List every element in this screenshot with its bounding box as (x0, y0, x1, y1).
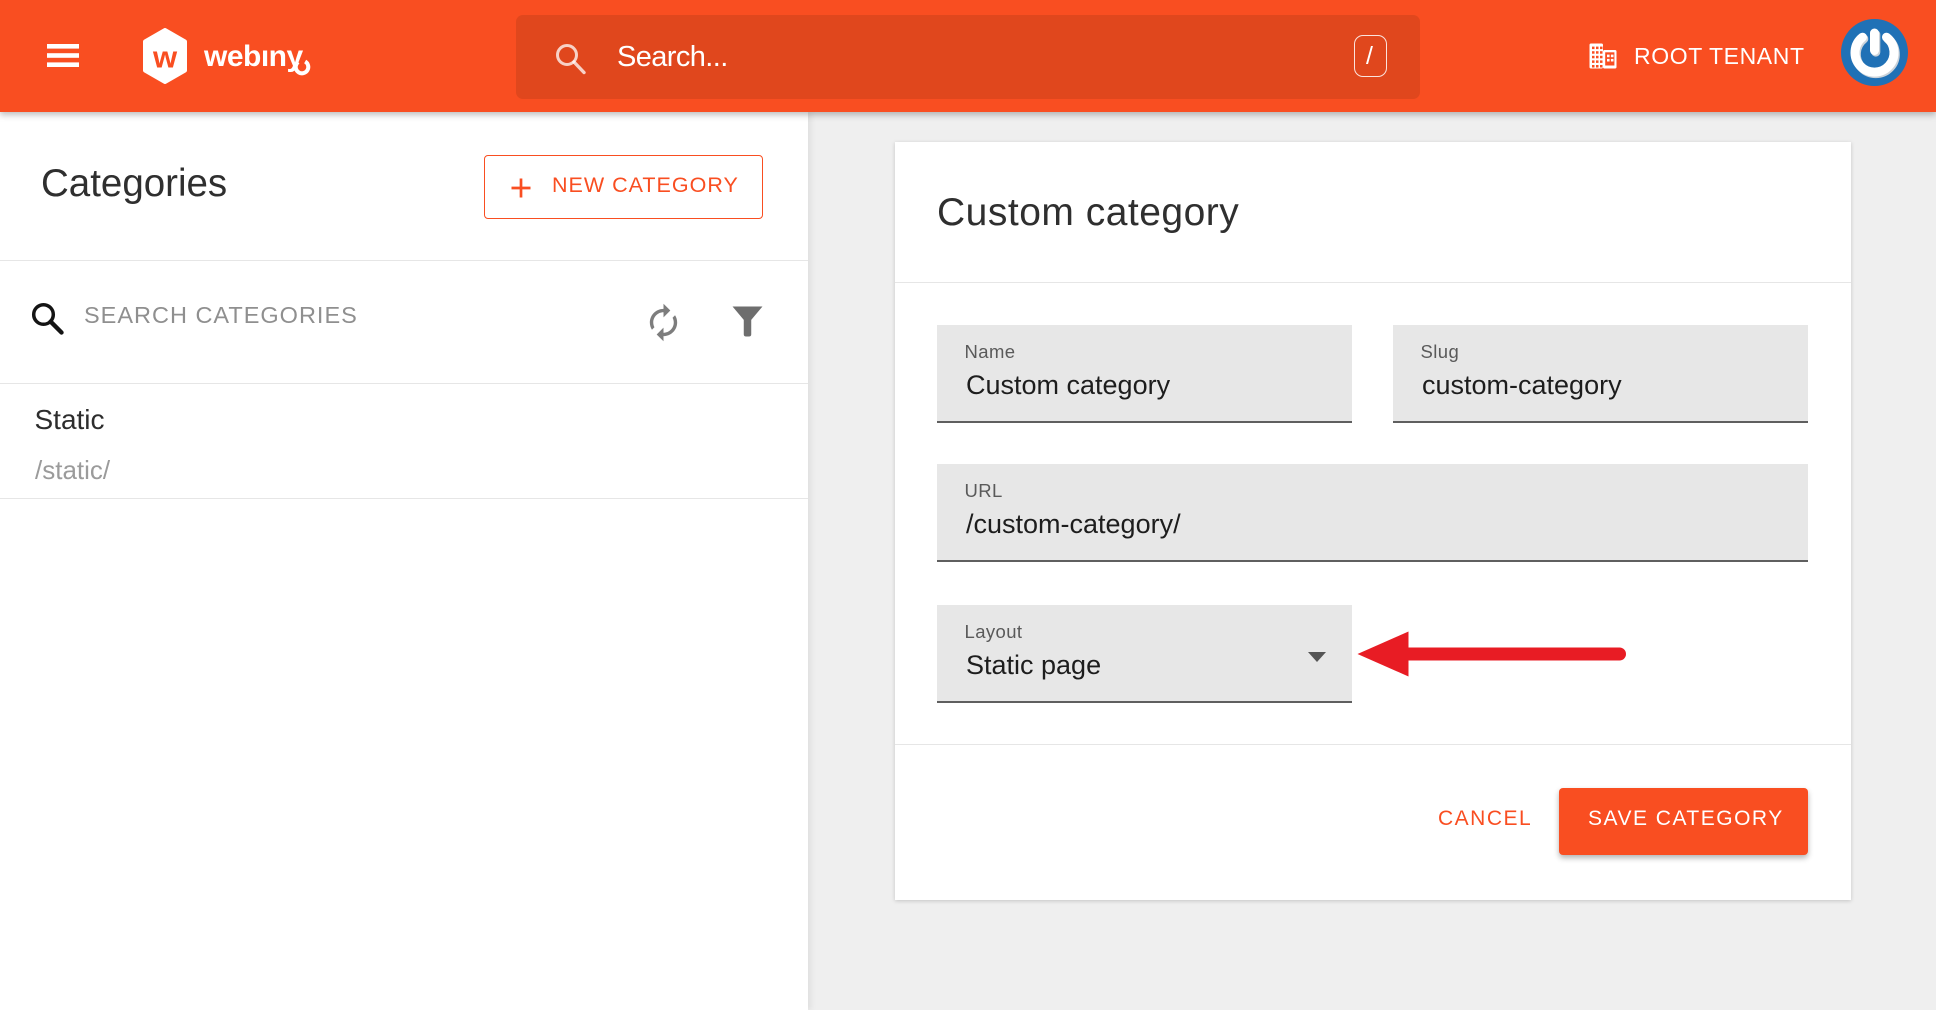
svg-text:w: w (152, 39, 178, 74)
